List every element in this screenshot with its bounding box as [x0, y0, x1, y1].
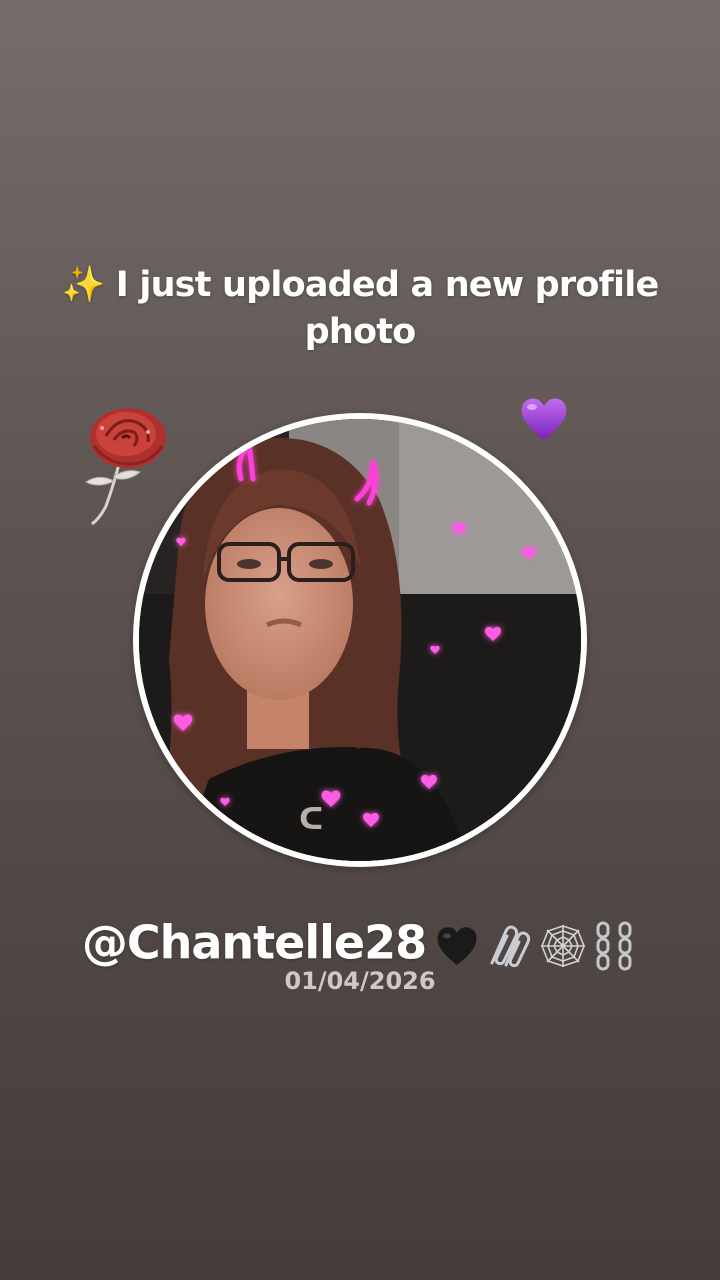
username-line: @Chantelle28	[0, 908, 720, 974]
purple-heart-icon	[521, 398, 567, 440]
post-date: 01/04/2026	[284, 967, 436, 995]
spider-web-icon	[541, 925, 586, 967]
username: @Chantelle28	[81, 915, 427, 970]
profile-photo: ᑕ	[139, 419, 581, 861]
profile-photo-frame: ᑕ	[133, 413, 587, 867]
svg-text:ᑕ: ᑕ	[299, 802, 323, 837]
story-headline: ✨ I just uploaded a new profile photo	[61, 265, 660, 352]
rose-icon	[85, 408, 166, 526]
chains-icon	[596, 921, 632, 971]
black-heart-icon	[437, 927, 477, 965]
username-emoji-row	[430, 912, 638, 974]
paperclips-icon	[490, 925, 531, 968]
